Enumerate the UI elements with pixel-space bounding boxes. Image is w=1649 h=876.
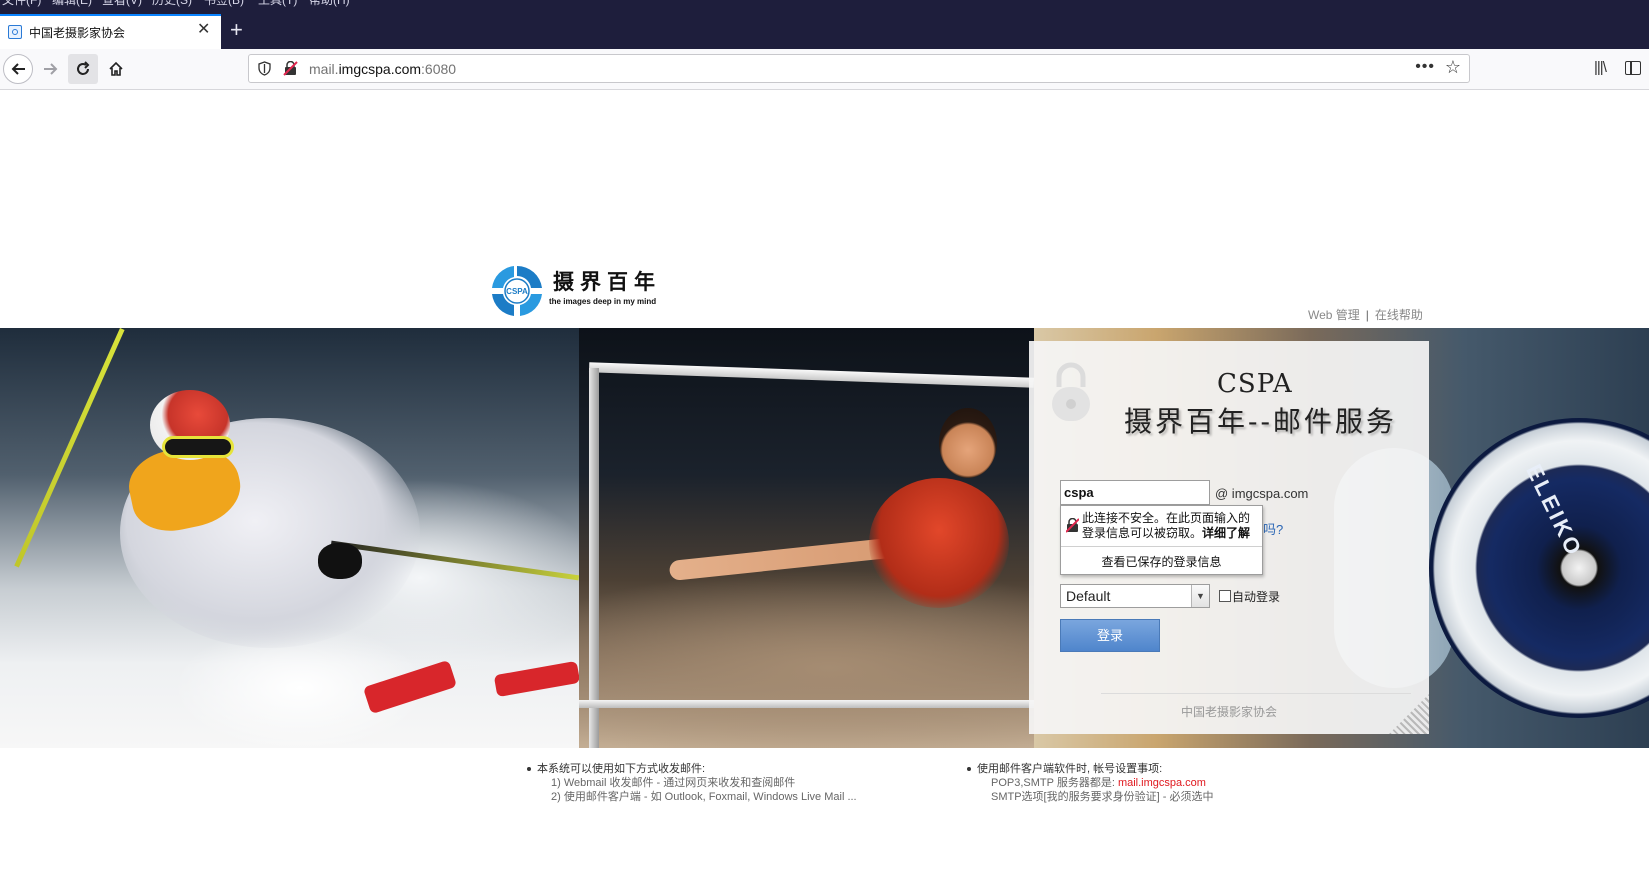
info-client-settings: 使用邮件客户端软件时, 帐号设置事项: POP3,SMTP 服务器都是: mai…	[967, 762, 1213, 804]
footer-divider	[1101, 693, 1411, 694]
cspa-logo-emblem: CSPA	[492, 265, 542, 316]
page-content: CSPA 摄界百年 the images deep in my mind Web…	[0, 90, 1649, 876]
login-title-line1: CSPA	[1217, 369, 1293, 399]
info-left-line1: 1) Webmail 收发邮件 - 通过网页来收发和查阅邮件	[551, 777, 796, 789]
forward-button[interactable]	[36, 54, 66, 84]
email-domain-suffix: @ imgcspa.com	[1215, 486, 1309, 501]
info-right-title: 使用邮件客户端软件时, 帐号设置事项:	[977, 763, 1163, 775]
menu-view[interactable]: 查看(V)	[102, 0, 142, 8]
library-icon[interactable]: |||\	[1594, 59, 1607, 76]
language-select-value: Default	[1066, 588, 1111, 604]
menu-tools[interactable]: 工具(T)	[258, 0, 297, 8]
logo-badge-text: CSPA	[506, 287, 528, 296]
corner-decoration	[1389, 694, 1429, 734]
info-webmail: 本系统可以使用如下方式收发邮件: 1) Webmail 收发邮件 - 通过网页来…	[527, 762, 857, 804]
padlock-icon	[1052, 362, 1090, 421]
popup-divider	[1061, 546, 1262, 547]
auto-login-label[interactable]: 自动登录	[1232, 588, 1280, 605]
language-select[interactable]: Default ▼	[1060, 584, 1210, 608]
sidebar-icon[interactable]	[1625, 61, 1641, 75]
reload-button[interactable]	[68, 54, 98, 84]
insecure-lock-icon[interactable]	[283, 61, 298, 76]
cspa-logo: CSPA 摄界百年 the images deep in my mind	[487, 260, 672, 320]
login-footer-text: 中国老摄影家协会	[1181, 705, 1278, 719]
menu-edit[interactable]: 编辑(E)	[52, 0, 92, 8]
warning-message: 此连接不安全。在此页面输入的登录信息可以被窃取。详细了解	[1082, 511, 1251, 540]
view-saved-logins-item[interactable]: 查看已保存的登录信息	[1061, 553, 1262, 570]
info-left-title: 本系统可以使用如下方式收发邮件:	[537, 763, 706, 775]
favicon-icon	[8, 25, 22, 39]
insecure-lock-icon	[1066, 518, 1079, 533]
nav-bar: mail.imgcspa.com:6080 ••• ☆ |||\	[0, 49, 1649, 90]
menu-bar: 文件(F) 编辑(E) 查看(V) 历史(S) 书签(B) 工具(T) 帮助(H…	[0, 0, 1649, 8]
menu-history[interactable]: 历史(S)	[152, 0, 192, 8]
page-actions-icon[interactable]: •••	[1415, 58, 1435, 76]
home-button[interactable]	[101, 54, 131, 84]
link-separator: |	[1365, 308, 1369, 322]
chevron-down-icon[interactable]: ▼	[1191, 585, 1209, 607]
info-left-line2: 2) 使用邮件客户端 - 如 Outlook, Foxmail, Windows…	[551, 791, 857, 803]
forgot-password-link[interactable]: 吗?	[1263, 519, 1283, 538]
menu-file[interactable]: 文件(F)	[2, 0, 41, 8]
logo-english-text: the images deep in my mind	[549, 297, 657, 306]
info-right-line2: SMTP选项[我的服务要求身份验证] - 必须选中	[991, 791, 1214, 803]
tab-active[interactable]: 中国老摄影家协会 ✕	[0, 14, 221, 49]
close-tab-icon[interactable]: ✕	[197, 22, 210, 38]
tab-strip: 中国老摄影家协会 ✕ +	[0, 8, 1649, 49]
bullet-icon	[527, 767, 531, 772]
info-right-line1: POP3,SMTP 服务器都是: mail.imgcspa.com	[991, 777, 1206, 789]
url-bar[interactable]: mail.imgcspa.com:6080 ••• ☆	[248, 54, 1470, 83]
login-title-line2: 摄界百年--邮件服务	[1124, 405, 1397, 438]
new-tab-icon[interactable]: +	[230, 19, 243, 41]
tab-title: 中国老摄影家协会	[29, 26, 126, 40]
auto-login-checkbox[interactable]	[1219, 590, 1231, 602]
banner-photo-skier	[0, 328, 581, 748]
bookmark-star-icon[interactable]: ☆	[1445, 57, 1461, 78]
url-text[interactable]: mail.imgcspa.com:6080	[309, 61, 456, 77]
arrow-right-icon	[44, 63, 58, 75]
username-input[interactable]	[1060, 480, 1210, 505]
back-button[interactable]	[3, 54, 33, 84]
arrow-left-icon	[11, 63, 25, 75]
menu-bookmarks[interactable]: 书签(B)	[204, 0, 244, 8]
logo-chinese-text: 摄界百年	[553, 269, 661, 294]
web-admin-link[interactable]: Web 管理	[1308, 308, 1360, 322]
online-help-link[interactable]: 在线帮助	[1375, 308, 1423, 322]
mail-server-link[interactable]: mail.imgcspa.com	[1118, 777, 1206, 789]
reload-icon	[77, 61, 90, 75]
login-button[interactable]: 登录	[1060, 619, 1160, 652]
top-links: Web 管理 | 在线帮助	[1308, 306, 1423, 323]
shield-icon[interactable]	[258, 61, 271, 76]
home-icon	[109, 61, 123, 76]
bullet-icon	[967, 767, 971, 772]
menu-help[interactable]: 帮助(H)	[309, 0, 350, 8]
banner-photo-gymnast	[579, 328, 1035, 748]
insecure-login-warning-popup: 此连接不安全。在此页面输入的登录信息可以被窃取。详细了解 查看已保存的登录信息	[1060, 505, 1263, 575]
login-panel: CSPA 摄界百年--邮件服务 @ imgcspa.com 吗? 此连接不安全。…	[1029, 341, 1429, 734]
learn-more-link[interactable]: 详细了解	[1202, 526, 1250, 540]
banner: ELEIKO CSPA 摄界百年--邮件服务 @ imgcspa.com 吗? …	[0, 328, 1649, 748]
